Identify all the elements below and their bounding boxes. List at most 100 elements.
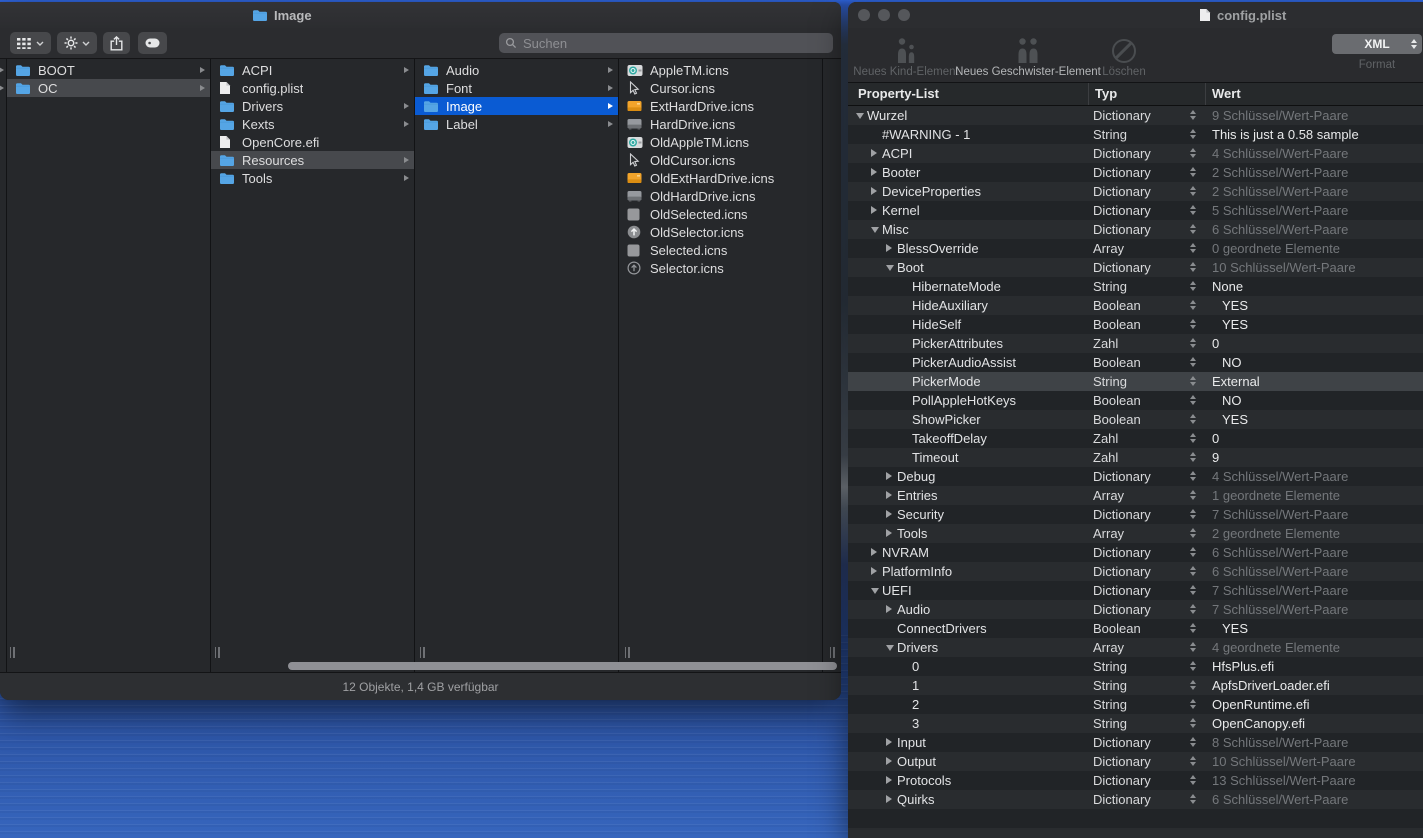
value-stepper-icon[interactable] [1190,547,1196,557]
value-stepper-icon[interactable] [1190,528,1196,538]
plist-value[interactable]: 2 Schlüssel/Wert-Paare [1212,184,1348,199]
plist-type-popup[interactable]: Boolean [1093,393,1141,408]
finder-item-harddrive-icns[interactable]: HardDrive.icns [619,115,822,133]
plist-row-pickermode[interactable]: PickerMode String External [848,372,1423,391]
plist-type-popup[interactable]: String [1093,697,1127,712]
disclosure-closed-icon[interactable] [871,567,877,575]
disclosure-open-icon[interactable] [871,588,879,594]
plist-value[interactable]: YES [1222,621,1248,636]
plist-type-popup[interactable]: Dictionary [1093,773,1151,788]
plist-value[interactable]: None [1212,279,1243,294]
value-stepper-icon[interactable] [1190,148,1196,158]
plist-row-tools[interactable]: Tools Array 2 geordnete Elemente [848,524,1423,543]
plist-row-wurzel[interactable]: Wurzel Dictionary 9 Schlüssel/Wert-Paare [848,106,1423,125]
disclosure-open-icon[interactable] [871,227,879,233]
value-stepper-icon[interactable] [1190,167,1196,177]
value-stepper-icon[interactable] [1190,376,1196,386]
value-stepper-icon[interactable] [1190,433,1196,443]
column-resize-handle[interactable] [623,647,631,658]
plist-value[interactable]: 2 Schlüssel/Wert-Paare [1212,165,1348,180]
disclosure-open-icon[interactable] [886,645,894,651]
plist-type-popup[interactable]: Dictionary [1093,184,1151,199]
plist-value[interactable]: 6 Schlüssel/Wert-Paare [1212,222,1348,237]
disclosure-closed-icon[interactable] [871,168,877,176]
plist-row-audio[interactable]: Audio Dictionary 7 Schlüssel/Wert-Paare [848,600,1423,619]
plist-row-input[interactable]: Input Dictionary 8 Schlüssel/Wert-Paare [848,733,1423,752]
plist-row-warning-1[interactable]: #WARNING - 1 String This is just a 0.58 sa… [848,125,1423,144]
scrollbar-thumb[interactable] [288,662,837,670]
plist-row-uefi[interactable]: UEFI Dictionary 7 Schlüssel/Wert-Paare [848,581,1423,600]
plist-value[interactable]: 8 Schlüssel/Wert-Paare [1212,735,1348,750]
minimize-button[interactable] [878,9,890,21]
disclosure-closed-icon[interactable] [886,795,892,803]
column-divider[interactable] [1205,83,1206,105]
plist-row-hideself[interactable]: HideSelf Boolean YES [848,315,1423,334]
value-stepper-icon[interactable] [1190,452,1196,462]
plist-row-0[interactable]: 0 String HfsPlus.efi [848,657,1423,676]
new-sibling-element-button[interactable]: Neues Geschwister-Element [955,32,1101,78]
disclosure-closed-icon[interactable] [871,548,877,556]
finder-item-selector-icns[interactable]: Selector.icns [619,259,822,277]
share-button[interactable] [103,32,130,54]
finder-item-selected-icns[interactable]: Selected.icns [619,241,822,259]
plist-row-drivers[interactable]: Drivers Array 4 geordnete Elemente [848,638,1423,657]
plist-row-kernel[interactable]: Kernel Dictionary 5 Schlüssel/Wert-Paare [848,201,1423,220]
value-stepper-icon[interactable] [1190,414,1196,424]
finder-item-label[interactable]: Label [415,115,618,133]
plist-value[interactable]: 10 Schlüssel/Wert-Paare [1212,754,1356,769]
search-field[interactable] [499,33,833,53]
value-stepper-icon[interactable] [1190,756,1196,766]
plist-value[interactable]: 4 Schlüssel/Wert-Paare [1212,146,1348,161]
plist-type-popup[interactable]: String [1093,279,1127,294]
column-header-wert[interactable]: Wert [1212,86,1241,101]
plist-type-popup[interactable]: Dictionary [1093,754,1151,769]
plist-type-popup[interactable]: Dictionary [1093,602,1151,617]
plist-row-protocols[interactable]: Protocols Dictionary 13 Schlüssel/Wert-Paa… [848,771,1423,790]
disclosure-closed-icon[interactable] [886,776,892,784]
plist-type-popup[interactable]: Array [1093,488,1124,503]
value-stepper-icon[interactable] [1190,205,1196,215]
plist-value[interactable]: OpenCanopy.efi [1212,716,1305,731]
finder-item-audio[interactable]: Audio [415,61,618,79]
plist-value[interactable]: ApfsDriverLoader.efi [1212,678,1330,693]
value-stepper-icon[interactable] [1190,319,1196,329]
plist-value[interactable]: 10 Schlüssel/Wert-Paare [1212,260,1356,275]
new-child-element-button[interactable]: Neues Kind-Element [853,32,959,78]
plist-type-popup[interactable]: Boolean [1093,412,1141,427]
value-stepper-icon[interactable] [1190,490,1196,500]
plist-value[interactable]: 7 Schlüssel/Wert-Paare [1212,507,1348,522]
plist-value[interactable]: 0 [1212,431,1219,446]
plist-row-acpi[interactable]: ACPI Dictionary 4 Schlüssel/Wert-Paare [848,144,1423,163]
plist-value[interactable]: HfsPlus.efi [1212,659,1274,674]
plist-row-booter[interactable]: Booter Dictionary 2 Schlüssel/Wert-Paare [848,163,1423,182]
value-stepper-icon[interactable] [1190,281,1196,291]
finder-item-appletm-icns[interactable]: AppleTM.icns [619,61,822,79]
plist-value[interactable]: 6 Schlüssel/Wert-Paare [1212,792,1348,807]
plist-row-platforminfo[interactable]: PlatformInfo Dictionary 6 Schlüssel/Wert-P… [848,562,1423,581]
finder-item-cutoff[interactable] [0,61,6,79]
value-stepper-icon[interactable] [1190,357,1196,367]
plist-type-popup[interactable]: Dictionary [1093,222,1151,237]
plist-type-popup[interactable]: Dictionary [1093,469,1151,484]
finder-item-oldappletm-icns[interactable]: OldAppleTM.icns [619,133,822,151]
value-stepper-icon[interactable] [1190,775,1196,785]
plist-row-takeoffdelay[interactable]: TakeoffDelay Zahl 0 [848,429,1423,448]
plist-value[interactable]: 13 Schlüssel/Wert-Paare [1212,773,1356,788]
plist-row-2[interactable]: 2 String OpenRuntime.efi [848,695,1423,714]
value-stepper-icon[interactable] [1190,585,1196,595]
plist-row-pollapplehotkeys[interactable]: PollAppleHotKeys Boolean NO [848,391,1423,410]
plist-row-quirks[interactable]: Quirks Dictionary 6 Schlüssel/Wert-Paare [848,790,1423,809]
column-divider[interactable] [1088,83,1089,105]
finder-titlebar[interactable]: Image [0,2,841,28]
close-button[interactable] [858,9,870,21]
plist-row-timeout[interactable]: Timeout Zahl 9 [848,448,1423,467]
plist-row-hideauxiliary[interactable]: HideAuxiliary Boolean YES [848,296,1423,315]
plist-value[interactable]: External [1212,374,1260,389]
disclosure-closed-icon[interactable] [886,757,892,765]
plist-type-popup[interactable]: String [1093,659,1127,674]
plist-row-connectdrivers[interactable]: ConnectDrivers Boolean YES [848,619,1423,638]
plist-value[interactable]: 1 geordnete Elemente [1212,488,1340,503]
plist-row-entries[interactable]: Entries Array 1 geordnete Elemente [848,486,1423,505]
plist-type-popup[interactable]: Boolean [1093,355,1141,370]
delete-button[interactable]: Löschen [1098,32,1150,78]
